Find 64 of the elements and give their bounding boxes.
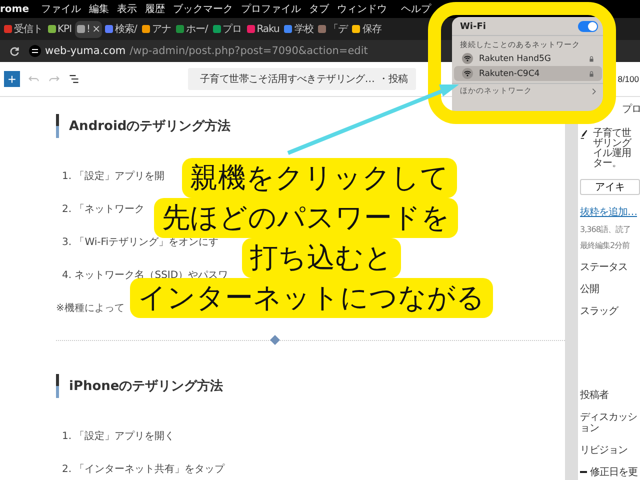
browser-tab[interactable]: 受信ト [2,20,44,38]
browser-tab[interactable]: プロ [210,20,244,38]
browser-tab[interactable]: Raku [244,20,282,38]
browser-tab[interactable]: 保存 [350,20,384,38]
meta-text: 最終編集2分前 [580,240,630,251]
chevron-icon [592,88,596,94]
field-label: 公開 [580,284,600,295]
meta-text: 3,368語、読了 [580,224,630,235]
close-tab-button[interactable]: × [92,24,100,34]
browser-tab[interactable]: アナ [140,20,173,38]
menu-item[interactable]: ウィンドウ [337,2,388,16]
pen-icon [580,129,588,139]
menu-item[interactable]: タブ [309,2,330,16]
callout-text: 先ほどのパスワードを [154,198,458,238]
post-type-label: ・投稿 [378,72,408,86]
browser-tab[interactable]: KPI [46,20,74,38]
note-text: ※機種によって [56,302,124,315]
field-label: 投稿者 [580,390,610,401]
network-item[interactable]: Rakuten-C9C4 [454,66,602,81]
network-item[interactable]: Rakuten Hand5G [454,51,602,66]
wifi-icon [462,68,473,79]
menu-item[interactable]: 表示 [117,2,138,16]
menu-item[interactable]: ブックマーク [173,2,234,16]
list-item: 1. 「設定」アプリを開く [62,430,175,443]
browser-tab[interactable]: 検索/ [102,20,139,38]
list-item: 3. 「Wi-Fiテザリング」をオンにす [62,236,219,249]
field-label: ディスカッション [580,412,638,434]
browser-tab[interactable]: ホー/ [174,20,210,38]
wifi-toggle[interactable] [578,21,598,32]
wifi-title: Wi-Fi [460,22,486,32]
counter-text: 8/100 [618,74,639,84]
checkbox-label: 修正日を更 [590,466,638,479]
menu-item[interactable]: ヘルプ [401,2,432,16]
browser-tab[interactable]: ! × [74,20,102,38]
callout-text: 打ち込むと [242,238,401,278]
featured-image-button[interactable]: アイキ [580,179,640,195]
menu-item[interactable]: プロファイル [241,2,302,16]
menu-item[interactable]: 履歴 [145,2,166,16]
add-excerpt-link[interactable]: 抜粋を追加… [580,205,637,219]
list-item: 1. 「設定」アプリを開 [62,170,165,183]
list-view-icon[interactable] [68,73,80,85]
lock-icon [589,70,594,76]
list-item: 2. 「インターネット共有」をタップ [62,462,225,476]
menu-item[interactable]: 編集 [89,2,110,16]
field-label: リビジョン [580,445,628,456]
list-item: 2. 「ネットワーク [62,202,145,216]
lock-icon [589,56,594,62]
excerpt-text: 子育て世 ザリング イル運用 ター。 [593,129,631,169]
field-label: スラッグ [580,306,620,317]
browser-tab[interactable]: 学校 [282,20,316,38]
document-title-bar[interactable]: 子育て世帯こそ活用すべきテザリング… ・投稿 [188,68,416,90]
sidebar-tab[interactable]: プロ [622,102,640,116]
reload-icon[interactable] [9,46,20,56]
callout-text: 親機をクリックして [182,158,457,198]
document-title: 子育て世帯こそ活用すべきテザリング… [200,72,375,86]
site-settings-icon [29,45,41,57]
menu-item[interactable]: ファイル [41,2,82,16]
diamond-icon [270,335,280,345]
callout-text: インターネットにつながる [130,278,493,318]
field-label: ステータス [580,262,628,273]
add-block-button[interactable]: + [4,71,20,87]
menu-item[interactable]: rome [0,4,30,14]
browser-tab[interactable]: 「デ [316,20,350,38]
wifi-icon [462,53,473,64]
